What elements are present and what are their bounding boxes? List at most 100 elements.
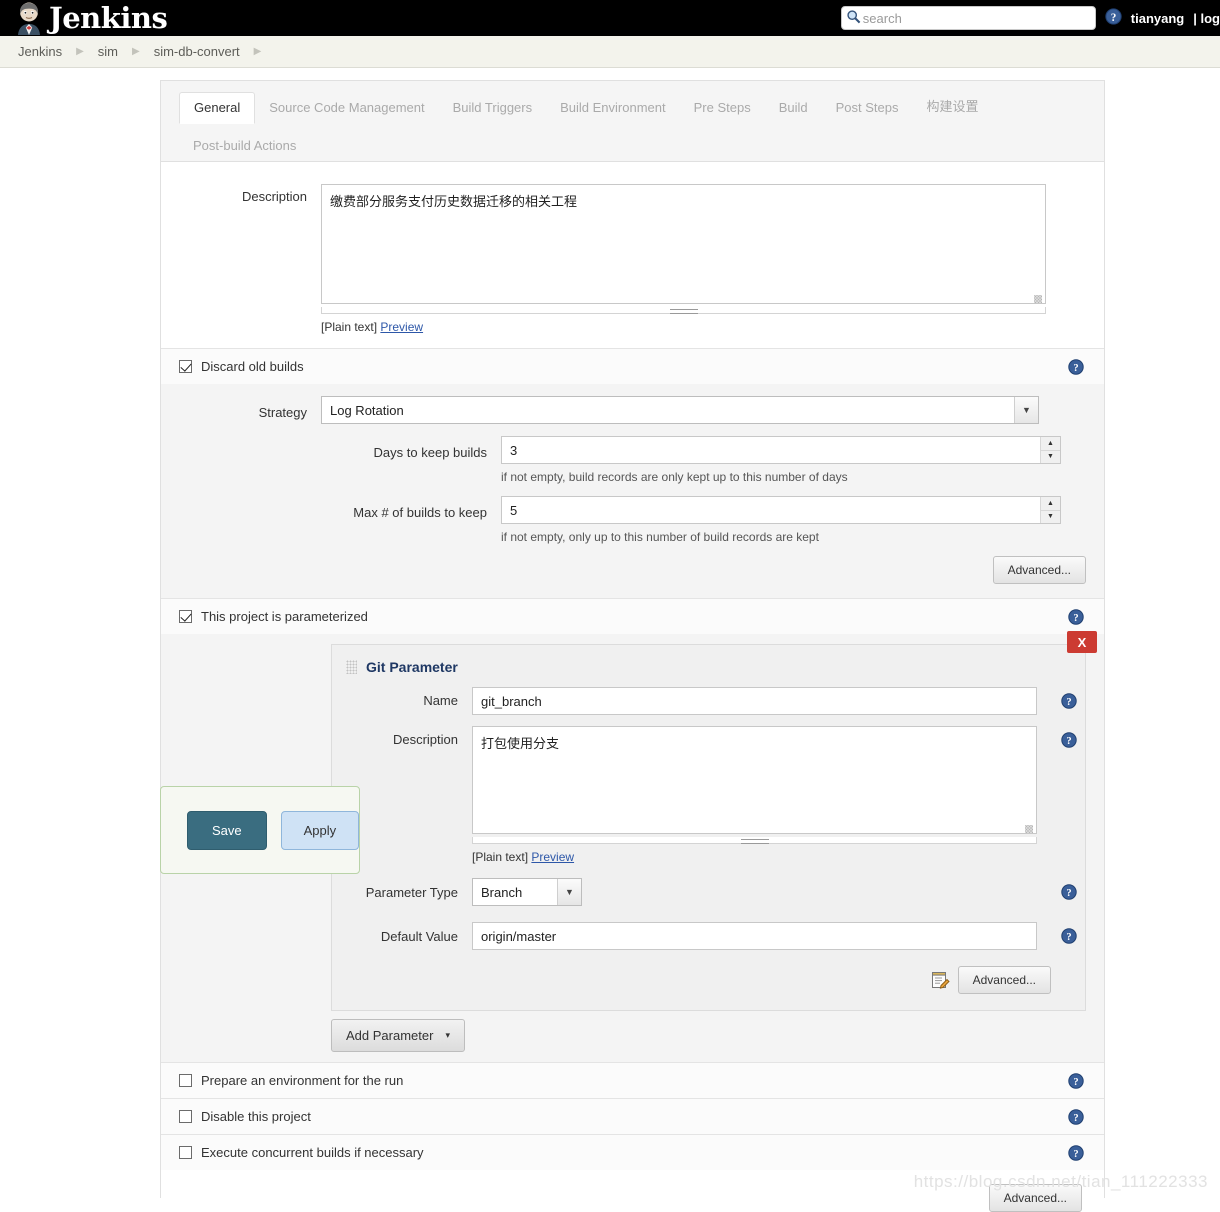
bottom-advanced-row: Advanced... [161, 1170, 1104, 1212]
project-options-section: Prepare an environment for the run ? Dis… [161, 1062, 1104, 1212]
discard-advanced-button[interactable]: Advanced... [992, 556, 1086, 584]
days-to-keep-input-wrapper: ▲ ▼ [501, 436, 1061, 464]
parameterized-checkbox[interactable] [179, 610, 192, 623]
git-parameter-block: X Git Parameter Name ? [331, 631, 1097, 1011]
bottom-advanced-button[interactable]: Advanced... [988, 1184, 1082, 1212]
max-builds-row: Max # of builds to keep ▲ ▼ [161, 496, 1104, 524]
config-tab-row-primary: General Source Code Management Build Tri… [179, 89, 1104, 124]
strategy-select[interactable]: Log Rotation [321, 396, 1039, 424]
max-builds-stepper[interactable]: ▲ ▼ [1040, 497, 1060, 523]
user-name-link[interactable]: tianyang [1131, 11, 1184, 26]
help-circle-icon[interactable]: ? [1061, 884, 1077, 900]
param-advanced-button[interactable]: Advanced... [957, 966, 1051, 994]
param-default-label: Default Value [380, 928, 458, 944]
help-circle-icon[interactable]: ? [1061, 732, 1077, 748]
config-tab-row-secondary: Post-build Actions [179, 123, 1104, 161]
param-default-input[interactable] [472, 922, 1037, 950]
search-input[interactable] [860, 8, 1076, 28]
discard-advanced-row: Advanced... [161, 556, 1104, 584]
tab-build-settings[interactable]: 构建设置 [913, 89, 993, 123]
disable-project-label: Disable this project [201, 1109, 311, 1124]
svg-text:?: ? [1073, 1113, 1078, 1124]
tab-build-triggers[interactable]: Build Triggers [439, 93, 546, 123]
help-circle-icon[interactable]: ? [1068, 1072, 1084, 1089]
param-type-select[interactable]: Branch [472, 878, 582, 906]
description-textarea[interactable]: 缴费部分服务支付历史数据迁移的相关工程 [321, 184, 1046, 304]
textarea-resize-bar[interactable] [321, 307, 1046, 314]
help-circle-icon[interactable]: ? [1068, 1144, 1084, 1161]
tab-pre-steps[interactable]: Pre Steps [680, 93, 765, 123]
svg-text:?: ? [1066, 932, 1071, 943]
days-to-keep-input[interactable] [501, 436, 1061, 464]
help-circle-icon[interactable]: ? [1105, 8, 1122, 28]
description-preview-link[interactable]: Preview [380, 320, 423, 334]
days-to-keep-row: Days to keep builds ▲ ▼ [161, 436, 1104, 464]
svg-text:?: ? [1066, 736, 1071, 747]
svg-text:?: ? [1110, 12, 1116, 24]
config-main-panel: General Source Code Management Build Tri… [160, 80, 1105, 1212]
svg-text:?: ? [1073, 613, 1078, 624]
param-description-textarea[interactable]: 打包使用分支 [472, 726, 1037, 834]
logout-link[interactable]: | log [1193, 11, 1220, 26]
breadcrumb-item-jenkins[interactable]: Jenkins [18, 44, 62, 59]
disable-project-checkbox[interactable] [179, 1110, 192, 1123]
breadcrumb-item-sim[interactable]: sim [98, 44, 118, 59]
stepper-down-icon[interactable]: ▼ [1041, 511, 1060, 524]
param-type-row: Parameter Type Branch ▼ ? [332, 878, 1085, 906]
param-description-label: Description [392, 732, 458, 747]
drag-handle-icon[interactable] [346, 660, 357, 674]
tab-build-environment[interactable]: Build Environment [546, 93, 680, 123]
max-builds-input[interactable] [501, 496, 1061, 524]
delete-parameter-button[interactable]: X [1067, 631, 1097, 653]
top-right-controls: ? tianyang | log [840, 0, 1220, 36]
chevron-right-icon[interactable]: ▶ [254, 46, 262, 57]
discard-old-builds-label: Discard old builds [201, 359, 304, 374]
param-name-label: Name [423, 693, 458, 708]
stepper-up-icon[interactable]: ▲ [1041, 437, 1060, 451]
tab-source-code-management[interactable]: Source Code Management [255, 93, 438, 123]
param-description-row: Description 打包使用分支 [Plain text] Preview [332, 726, 1085, 864]
prepare-environment-checkbox[interactable] [179, 1074, 192, 1087]
param-preview-link[interactable]: Preview [531, 850, 574, 864]
chevron-down-icon: ▾ [445, 1030, 450, 1040]
save-apply-floating-panel: Save Apply [160, 786, 360, 874]
tab-general[interactable]: General [179, 92, 256, 124]
concurrent-builds-label: Execute concurrent builds if necessary [201, 1145, 424, 1160]
stepper-down-icon[interactable]: ▼ [1041, 451, 1060, 464]
tab-post-build-actions[interactable]: Post-build Actions [179, 131, 310, 161]
prepare-environment-row[interactable]: Prepare an environment for the run ? [161, 1062, 1104, 1098]
strategy-select-wrapper: Log Rotation ▼ [321, 396, 1039, 424]
add-parameter-wrapper: Add Parameter ▾ [331, 1011, 1086, 1062]
stepper-up-icon[interactable]: ▲ [1041, 497, 1060, 511]
add-parameter-label: Add Parameter [346, 1028, 434, 1043]
parameterized-row[interactable]: This project is parameterized ? [161, 598, 1104, 634]
discard-old-builds-checkbox[interactable] [179, 360, 192, 373]
days-to-keep-stepper[interactable]: ▲ ▼ [1040, 437, 1060, 463]
discard-old-builds-section: Discard old builds ? Strategy Log Rotati… [161, 348, 1104, 598]
apply-button[interactable]: Apply [280, 810, 360, 850]
help-circle-icon[interactable]: ? [1061, 693, 1077, 709]
help-circle-icon[interactable]: ? [1068, 1108, 1084, 1125]
tab-post-steps[interactable]: Post Steps [822, 93, 913, 123]
help-circle-icon[interactable]: ? [1068, 608, 1084, 625]
disable-project-row[interactable]: Disable this project ? [161, 1098, 1104, 1134]
discard-old-builds-row[interactable]: Discard old builds ? [161, 348, 1104, 384]
help-circle-icon[interactable]: ? [1068, 358, 1084, 375]
tab-build[interactable]: Build [765, 93, 822, 123]
description-section: Description 缴费部分服务支付历史数据迁移的相关工程 [Plain t… [161, 162, 1104, 334]
param-name-input[interactable] [472, 687, 1037, 715]
param-description-textarea-wrapper: 打包使用分支 [472, 726, 1037, 837]
help-circle-icon[interactable]: ? [1061, 928, 1077, 944]
add-parameter-button[interactable]: Add Parameter ▾ [331, 1019, 465, 1052]
brand-home-link[interactable]: Jenkins [12, 1, 168, 35]
notepad-edit-icon[interactable] [930, 970, 950, 990]
concurrent-builds-checkbox[interactable] [179, 1146, 192, 1159]
chevron-right-icon: ▶ [132, 45, 140, 57]
textarea-resize-bar[interactable] [472, 837, 1037, 844]
breadcrumb-item-sim-db-convert[interactable]: sim-db-convert [154, 44, 240, 59]
save-button[interactable]: Save [187, 810, 267, 850]
description-textarea-wrapper: 缴费部分服务支付历史数据迁移的相关工程 [321, 184, 1046, 307]
search-box[interactable] [840, 6, 1096, 30]
top-navigation-bar: Jenkins ? tianyang | log [0, 0, 1220, 36]
concurrent-builds-row[interactable]: Execute concurrent builds if necessary ? [161, 1134, 1104, 1170]
